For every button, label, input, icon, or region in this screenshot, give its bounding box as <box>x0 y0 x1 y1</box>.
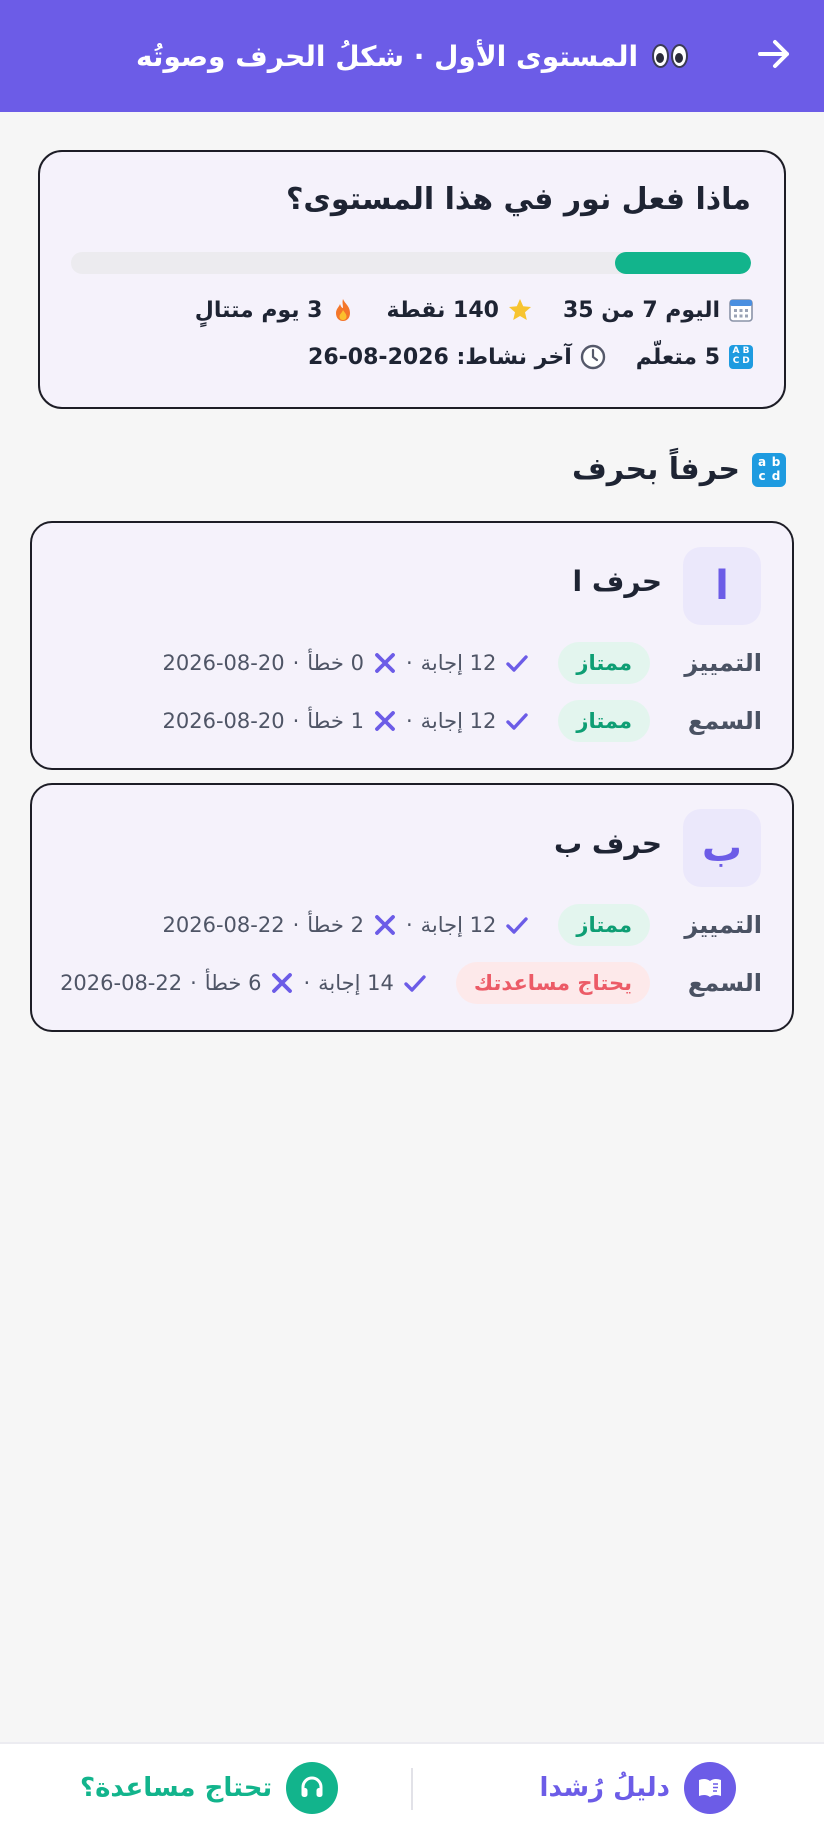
check-icon <box>504 708 530 734</box>
skill-date: 2026-08-20 <box>162 651 285 675</box>
separator-dot: · <box>405 651 413 675</box>
back-button[interactable] <box>744 26 804 86</box>
status-badge: ممتاز <box>558 904 650 946</box>
help-button[interactable]: تحتاج مساعدة؟ <box>80 1760 339 1816</box>
wrong-count: 1 خطأ <box>307 709 364 733</box>
skill-detail: 14 إجابة · 6 خطأ · 2026-08-22 <box>60 970 428 996</box>
day-text: اليوم 7 من 35 <box>562 297 720 323</box>
separator-dot: · <box>292 913 300 937</box>
skill-row: التمييز ممتاز 12 إجابة · 0 خطأ · 2026-08… <box>163 641 762 685</box>
eyes-icon <box>652 44 689 68</box>
level-progress-fill <box>615 252 751 274</box>
abcd-icon: ABCD <box>728 344 754 370</box>
skill-row: التمييز ممتاز 12 إجابة · 2 خطأ · 2026-08… <box>163 903 762 947</box>
fire-icon <box>330 297 356 323</box>
divider <box>411 1768 413 1810</box>
summary-card: ماذا فعل نور في هذا المستوى؟ اليوم 7 من … <box>38 150 786 409</box>
skill-detail: 12 إجابة · 0 خطأ · 2026-08-20 <box>163 650 531 676</box>
stats-row-1: اليوم 7 من 35 140 نقطة 3 يوم متتالٍ <box>195 297 754 323</box>
letter-glyph: ب <box>683 809 761 887</box>
skill-row: السمع ممتاز 12 إجابة · 1 خطأ · 2026-08-2… <box>163 699 762 743</box>
separator-dot: · <box>292 651 300 675</box>
letter-name: حرف ب <box>553 827 662 860</box>
arrow-right-icon <box>754 34 794 78</box>
skill-detail: 12 إجابة · 1 خطأ · 2026-08-20 <box>163 708 531 734</box>
page-title-wrap: المستوى الأول · شكلُ الحرف وصوتُه <box>90 0 734 112</box>
stats-row-2: ABCD 5 متعلّم آخر نشاط: 2026-08-26 <box>308 344 754 370</box>
section-title: abcd حرفاً بحرف <box>572 452 786 487</box>
day-stat: اليوم 7 من 35 <box>563 297 754 323</box>
correct-count: 14 إجابة <box>318 971 394 995</box>
star-icon <box>507 297 533 323</box>
streak-stat: 3 يوم متتالٍ <box>195 297 357 323</box>
cross-icon <box>372 650 398 676</box>
separator-dot: · <box>190 971 197 995</box>
skill-label: التمييز <box>684 911 762 939</box>
check-icon <box>504 650 530 676</box>
points-stat: 140 نقطة <box>386 297 532 323</box>
cross-icon <box>269 970 295 996</box>
separator-dot: · <box>303 971 311 995</box>
letter-glyph: ا <box>683 547 761 625</box>
skill-date: 2026-08-22 <box>60 971 183 995</box>
correct-count: 12 إجابة <box>420 651 497 675</box>
cross-icon <box>372 912 398 938</box>
wrong-count: 6 خطأ <box>204 971 262 995</box>
learned-text: 5 متعلّم <box>635 344 720 370</box>
status-badge: ممتاز <box>558 642 650 684</box>
correct-count: 12 إجابة <box>420 709 497 733</box>
skill-label: السمع <box>687 969 762 997</box>
letter-name: حرف ا <box>572 565 662 598</box>
skill-row: السمع يحتاج مساعدتك 14 إجابة · 6 خطأ · 2… <box>60 961 762 1005</box>
wrong-count: 0 خطأ <box>307 651 364 675</box>
correct-count: 12 إجابة <box>420 913 497 937</box>
bottom-bar: دليلُ رُشدا تحتاج مساعدة؟ <box>0 1742 824 1830</box>
skill-label: السمع <box>687 707 762 735</box>
guide-button[interactable]: دليلُ رُشدا <box>540 1760 736 1816</box>
clock-icon <box>580 344 606 370</box>
status-badge: يحتاج مساعدتك <box>455 962 650 1004</box>
help-label: تحتاج مساعدة؟ <box>80 1773 273 1803</box>
check-icon <box>504 912 530 938</box>
status-badge: ممتاز <box>558 700 650 742</box>
last-activity-text: آخر نشاط: 2026-08-26 <box>308 344 572 370</box>
streak-text: 3 يوم متتالٍ <box>194 297 323 323</box>
check-icon <box>402 970 428 996</box>
letter-card: ب حرف ب التمييز ممتاز 12 إجابة · 2 خطأ ·… <box>30 783 794 1032</box>
section-title-text: حرفاً بحرف <box>571 452 740 487</box>
learned-stat: ABCD 5 متعلّم <box>636 344 754 370</box>
skill-detail: 12 إجابة · 2 خطأ · 2026-08-22 <box>163 912 531 938</box>
guide-label: دليلُ رُشدا <box>539 1773 670 1803</box>
separator-dot: · <box>405 709 413 733</box>
skill-label: التمييز <box>684 649 762 677</box>
points-text: 140 نقطة <box>386 297 499 323</box>
wrong-count: 2 خطأ <box>307 913 364 937</box>
separator-dot: · <box>292 709 300 733</box>
skill-date: 2026-08-22 <box>162 913 285 937</box>
separator-dot: · <box>405 913 413 937</box>
book-icon <box>684 1762 736 1814</box>
calendar-icon <box>728 297 754 323</box>
letter-card: ا حرف ا التمييز ممتاز 12 إجابة · 0 خطأ ·… <box>30 521 794 770</box>
level-progress-bar <box>71 252 751 274</box>
last-activity-stat: آخر نشاط: 2026-08-26 <box>308 344 606 370</box>
abcd-icon: abcd <box>752 452 786 487</box>
summary-title: ماذا فعل نور في هذا المستوى؟ <box>286 182 751 217</box>
cross-icon <box>372 708 398 734</box>
page-title: المستوى الأول · شكلُ الحرف وصوتُه <box>135 39 639 73</box>
skill-date: 2026-08-20 <box>162 709 285 733</box>
headset-icon <box>286 1762 339 1814</box>
app-bar: المستوى الأول · شكلُ الحرف وصوتُه <box>0 0 824 112</box>
